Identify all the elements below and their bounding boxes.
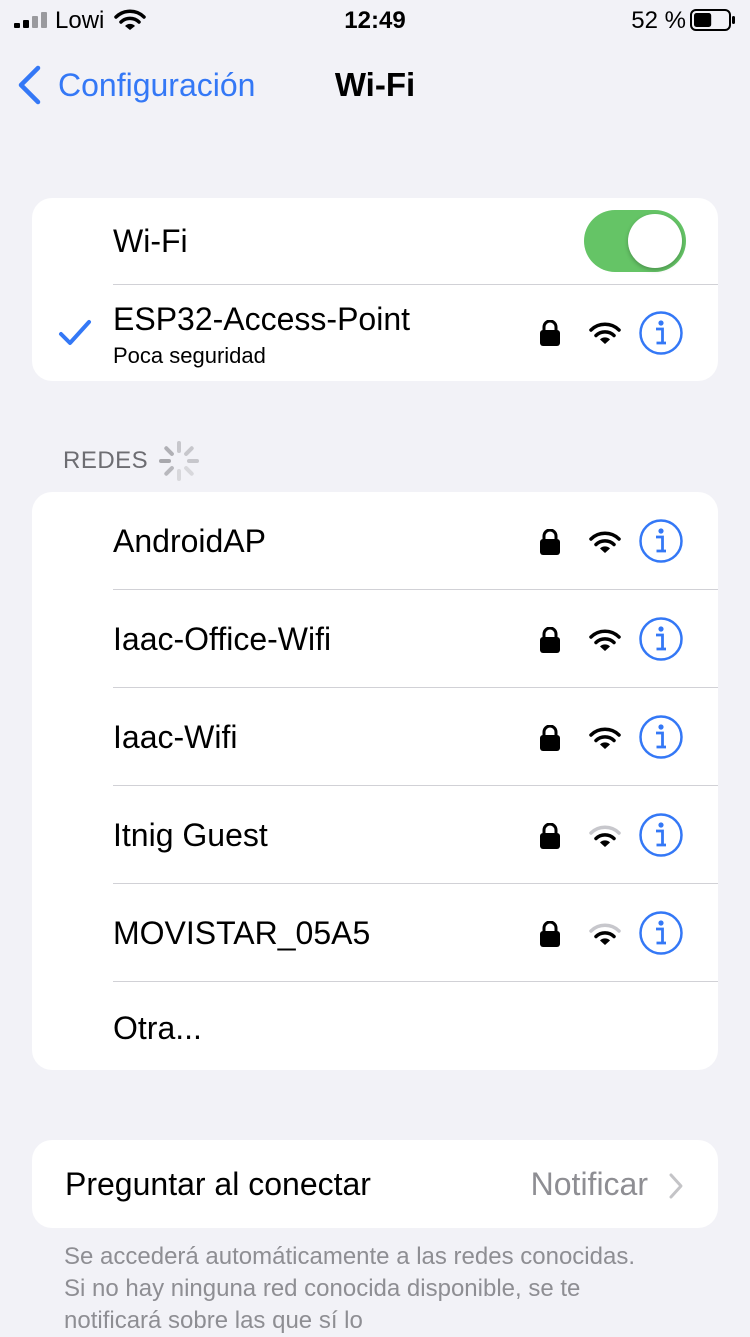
network-row[interactable]: Iaac-Office-Wifi [32,590,718,688]
network-name: Itnig Guest [113,817,268,853]
wifi-signal-icon [589,923,621,945]
network-name: AndroidAP [113,523,266,559]
page-title: Wi-Fi [334,66,416,103]
connected-network-name: ESP32-Access-Point [113,301,411,337]
info-icon[interactable] [638,310,684,356]
lock-icon [540,627,560,653]
wifi-signal-icon [589,629,621,651]
lock-icon [540,320,560,346]
connected-network-row[interactable]: ESP32-Access-Point Poca seguridad [32,285,718,381]
info-icon[interactable] [638,714,684,760]
battery-percent: 52 % [631,7,686,34]
lock-icon [540,921,560,947]
other-network-label: Otra... [113,1010,202,1046]
networks-section-title: REDES [63,447,149,474]
info-icon[interactable] [638,812,684,858]
network-row[interactable]: MOVISTAR_05A5 [32,884,718,982]
network-row[interactable]: Itnig Guest [32,786,718,884]
lock-icon [540,725,560,751]
network-name: MOVISTAR_05A5 [113,915,371,951]
network-row[interactable]: AndroidAP [32,492,718,590]
loading-spinner-icon [159,441,199,481]
wifi-signal-icon [589,531,621,553]
wifi-card: Wi-Fi ESP32-Access-Point Poca seguridad [32,198,718,381]
battery-icon [690,9,735,31]
lock-icon [540,529,560,555]
networks-list: AndroidAP Iaac-Office-Wifi Iaac-Wifi Itnig … [32,492,718,1070]
other-network-row[interactable]: Otra... [32,982,718,1070]
wifi-signal-icon [589,322,621,344]
status-bar: Lowi 12:49 52 % [0,0,750,42]
ask-to-join-footnote: Se accederá automáticamente a las redes … [64,1243,635,1334]
network-name: Iaac-Office-Wifi [113,621,332,657]
network-row[interactable]: Iaac-Wifi [32,688,718,786]
info-icon[interactable] [638,910,684,956]
wifi-signal-icon [589,825,621,847]
ask-to-join-label: Preguntar al conectar [65,1166,371,1202]
wifi-toggle-label: Wi-Fi [113,223,188,259]
ask-to-join-row[interactable]: Preguntar al conectar Notificar [32,1140,718,1228]
ask-to-join-value: Notificar [530,1166,648,1202]
navigation-bar: Configuración Wi-Fi [0,58,750,114]
wifi-toggle-row: Wi-Fi [32,198,718,285]
wifi-toggle-switch[interactable] [584,210,686,272]
toggle-knob [628,214,682,268]
wifi-signal-icon [589,727,621,749]
chevron-right-icon [669,1173,683,1199]
info-icon[interactable] [638,518,684,564]
connected-network-subtitle: Poca seguridad [113,343,266,368]
checkmark-icon [59,320,91,345]
lock-icon [540,823,560,849]
network-name: Iaac-Wifi [113,719,238,755]
info-icon[interactable] [638,616,684,662]
